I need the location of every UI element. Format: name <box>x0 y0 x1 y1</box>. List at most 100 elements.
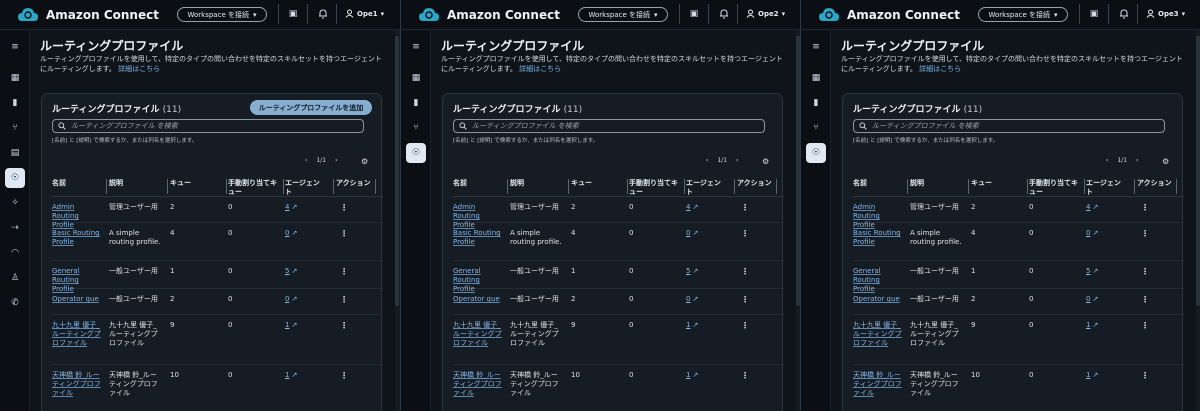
agents-link[interactable]: 0 ↗ <box>285 295 297 304</box>
agents-link[interactable]: 1 ↗ <box>1086 371 1098 380</box>
panel-icon[interactable]: ▣ <box>688 8 700 20</box>
agents-link[interactable]: 5 ↗ <box>285 267 297 276</box>
details-link[interactable]: 詳細はこちら <box>118 65 160 73</box>
agents-link[interactable]: 1 ↗ <box>686 371 698 380</box>
agents-link[interactable]: 4 ↗ <box>686 203 698 212</box>
gear-icon[interactable]: ⚙ <box>762 157 769 166</box>
phone-settings-icon[interactable]: ✆ <box>5 293 25 313</box>
details-link[interactable]: 詳細はこちら <box>519 65 561 73</box>
bell-icon[interactable] <box>1118 8 1130 20</box>
chevron-right-icon[interactable]: › <box>736 157 738 164</box>
routing-icon[interactable]: ⑂ <box>806 118 826 138</box>
gear-icon[interactable]: ⚙ <box>361 157 368 166</box>
kebab-menu-icon[interactable]: ⋮ <box>1141 229 1151 238</box>
column-divider[interactable] <box>226 179 227 194</box>
kebab-menu-icon[interactable]: ⋮ <box>1141 321 1151 330</box>
agents-link[interactable]: 0 ↗ <box>686 295 698 304</box>
profile-name-link[interactable]: Basic Routing Profile <box>52 229 102 247</box>
kebab-menu-icon[interactable]: ⋮ <box>741 267 751 276</box>
column-divider[interactable] <box>907 179 908 194</box>
column-header[interactable]: キュー <box>170 177 222 197</box>
profile-name-link[interactable]: 天神橋 鈴_ルーティングプロファイル <box>52 371 102 398</box>
dashboard-icon[interactable]: ▦ <box>806 68 826 88</box>
agents-link[interactable]: 4 ↗ <box>285 203 297 212</box>
analytics-icon[interactable]: ▮ <box>806 93 826 113</box>
profile-name-link[interactable]: Operator que <box>52 295 102 304</box>
profile-name-link[interactable]: 九十九里 優子_ルーティングプロファイル <box>853 321 903 348</box>
kebab-menu-icon[interactable]: ⋮ <box>340 321 350 330</box>
kebab-menu-icon[interactable]: ⋮ <box>1141 203 1151 212</box>
agents-link[interactable]: 1 ↗ <box>686 321 698 330</box>
dashboard-icon[interactable]: ▦ <box>5 68 25 88</box>
column-header[interactable]: キュー <box>971 177 1023 197</box>
agents-link[interactable]: 4 ↗ <box>1086 203 1098 212</box>
kebab-menu-icon[interactable]: ⋮ <box>340 267 350 276</box>
column-divider[interactable] <box>684 179 685 194</box>
kebab-menu-icon[interactable]: ⋮ <box>1141 267 1151 276</box>
search-input[interactable]: ルーティングプロファイル を検索 <box>853 119 1165 133</box>
agents-link[interactable]: 1 ↗ <box>1086 321 1098 330</box>
magic-wand-icon[interactable]: ✧ <box>5 193 25 213</box>
profile-name-link[interactable]: 天神橋 鈴_ルーティングプロファイル <box>453 371 503 398</box>
column-header[interactable]: キュー <box>571 177 623 197</box>
column-divider[interactable] <box>1176 179 1177 194</box>
chevron-left-icon[interactable]: ‹ <box>1106 157 1108 164</box>
agents-link[interactable]: 0 ↗ <box>1086 229 1098 238</box>
column-divider[interactable] <box>734 179 735 194</box>
kebab-menu-icon[interactable]: ⋮ <box>741 203 751 212</box>
user-menu[interactable]: Ope1 ▾ <box>345 9 384 18</box>
add-routing-profile-button[interactable]: ルーティングプロファイルを追加 <box>250 100 372 115</box>
profile-name-link[interactable]: Basic Routing Profile <box>853 229 903 247</box>
user-menu[interactable]: Ope2 ▾ <box>746 9 785 18</box>
agents-link[interactable]: 0 ↗ <box>285 229 297 238</box>
scrollbar-thumb[interactable] <box>395 36 399 306</box>
agents-link[interactable]: 0 ↗ <box>1086 295 1098 304</box>
column-divider[interactable] <box>968 179 969 194</box>
search-input[interactable]: ルーティングプロファイル を検索 <box>52 119 364 133</box>
column-divider[interactable] <box>627 179 628 194</box>
chevron-left-icon[interactable]: ‹ <box>305 157 307 164</box>
column-divider[interactable] <box>1134 179 1135 194</box>
kebab-menu-icon[interactable]: ⋮ <box>340 203 350 212</box>
flow-icon[interactable]: ⇢ <box>5 218 25 238</box>
gear-icon[interactable]: ⚙ <box>1162 157 1169 166</box>
column-header[interactable]: アクション <box>336 177 388 197</box>
column-divider[interactable] <box>568 179 569 194</box>
routing-icon[interactable]: ⑂ <box>406 118 426 138</box>
profile-name-link[interactable]: 九十九里 優子_ルーティングプロファイル <box>453 321 503 348</box>
kebab-menu-icon[interactable]: ⋮ <box>741 321 751 330</box>
user-menu[interactable]: Ope3 ▾ <box>1146 9 1185 18</box>
column-header[interactable]: 説明 <box>510 177 562 197</box>
routing-icon[interactable]: ⑂ <box>5 118 25 138</box>
column-header[interactable]: 手動割り当てキュー <box>1029 177 1079 197</box>
column-header[interactable]: エージェント <box>1086 177 1122 197</box>
column-divider[interactable] <box>375 179 376 194</box>
menu-icon[interactable]: ≡ <box>806 37 826 57</box>
column-divider[interactable] <box>333 179 334 194</box>
column-divider[interactable] <box>1027 179 1028 194</box>
kebab-menu-icon[interactable]: ⋮ <box>1141 295 1151 304</box>
column-header[interactable]: アクション <box>737 177 789 197</box>
headset-icon[interactable]: ◠ <box>5 243 25 263</box>
column-divider[interactable] <box>106 179 107 194</box>
menu-icon[interactable]: ≡ <box>406 37 426 57</box>
details-link[interactable]: 詳細はこちら <box>919 65 961 73</box>
column-divider[interactable] <box>776 179 777 194</box>
menu-icon[interactable]: ≡ <box>5 37 25 57</box>
column-header[interactable]: 説明 <box>109 177 161 197</box>
kebab-menu-icon[interactable]: ⋮ <box>340 229 350 238</box>
dashboard-icon[interactable]: ▦ <box>406 68 426 88</box>
analytics-icon[interactable]: ▮ <box>5 93 25 113</box>
workspace-connect-button[interactable]: Workspace を接続 ▾ <box>978 7 1068 22</box>
table-icon[interactable]: ▤ <box>5 143 25 163</box>
agents-link[interactable]: 0 ↗ <box>686 229 698 238</box>
agents-link[interactable]: 1 ↗ <box>285 371 297 380</box>
kebab-menu-icon[interactable]: ⋮ <box>741 295 751 304</box>
column-header[interactable]: エージェント <box>686 177 722 197</box>
column-header[interactable]: 名前 <box>453 177 505 197</box>
analytics-icon[interactable]: ▮ <box>406 93 426 113</box>
workspace-connect-button[interactable]: Workspace を接続 ▾ <box>177 7 267 22</box>
bell-icon[interactable] <box>317 8 329 20</box>
users-icon[interactable]: ☉ <box>806 143 826 163</box>
column-header[interactable]: 手動割り当てキュー <box>228 177 278 197</box>
